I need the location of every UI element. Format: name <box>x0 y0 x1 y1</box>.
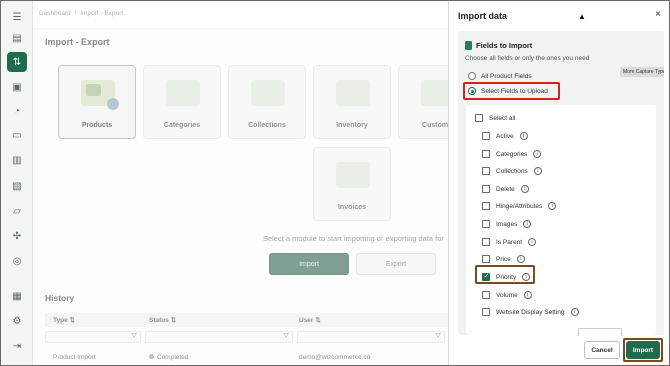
select-all-checkbox[interactable]: Select all <box>475 112 515 124</box>
section-title: Fields to Import <box>476 41 533 50</box>
radio-label: All Product Fields <box>481 72 532 80</box>
radio-button[interactable] <box>468 87 476 95</box>
import-export-icon[interactable]: ⇅ <box>7 52 27 72</box>
field-hinge-attributes[interactable]: Hinge/Attributes i <box>482 200 557 212</box>
info-icon[interactable]: i <box>523 220 532 228</box>
field-label: Priority <box>496 273 517 281</box>
checkbox[interactable] <box>482 238 490 246</box>
modal-backdrop[interactable] <box>33 1 448 365</box>
field-collections[interactable]: Collections i <box>482 165 542 177</box>
checkbox[interactable] <box>482 255 490 263</box>
field-label: Hinge/Attributes <box>496 202 543 210</box>
field-label: Active <box>496 132 514 140</box>
dashboard-icon[interactable]: ▤ <box>7 28 27 48</box>
integrations-icon[interactable]: ✣ <box>7 226 27 246</box>
info-icon[interactable]: i <box>533 167 542 175</box>
app-window: ☰ ▤ ⇅ ▣ ◔ ▭ ▥ ▧ ▱ ✣ ◎ ▦ ⚙ ⇥ Dashboard / … <box>0 0 670 366</box>
info-icon[interactable]: i <box>528 238 537 246</box>
info-icon[interactable]: i <box>516 255 525 263</box>
team-icon[interactable]: ◎ <box>7 251 27 271</box>
checkbox[interactable] <box>482 308 490 316</box>
field-categories[interactable]: Categories i <box>482 148 542 160</box>
radio-button[interactable] <box>468 72 476 80</box>
checkbox[interactable] <box>482 132 490 140</box>
info-icon[interactable]: i <box>533 150 542 158</box>
field-label: Website Display Setting <box>496 308 565 316</box>
field-label: Collections <box>496 167 528 175</box>
info-icon[interactable]: i <box>522 273 531 281</box>
section-subtitle: Choose all fields or only the ones you n… <box>465 55 590 62</box>
field-label: Delete <box>496 185 515 193</box>
section-header: Fields to Import <box>465 41 532 50</box>
info-icon[interactable]: i <box>570 308 579 316</box>
checkbox[interactable] <box>482 202 490 210</box>
field-images[interactable]: Images i <box>482 218 532 230</box>
checkbox[interactable] <box>482 272 490 281</box>
checkbox[interactable] <box>482 150 490 158</box>
checkbox[interactable] <box>482 220 490 228</box>
field-label: Images <box>496 220 518 228</box>
info-icon[interactable]: i <box>519 132 528 140</box>
field-label: Is Parent <box>496 238 523 246</box>
checkbox[interactable] <box>482 291 490 299</box>
info-icon[interactable]: i <box>548 202 557 210</box>
user-icon[interactable]: ◔ <box>7 101 27 121</box>
left-nav-rail: ☰ ▤ ⇅ ▣ ◔ ▭ ▥ ▧ ▱ ✣ ◎ ▦ ⚙ ⇥ <box>1 1 33 365</box>
field-label: Volume <box>496 291 518 299</box>
drawer-title: Import data <box>458 11 508 21</box>
more-capture-tooltip: More Capture Types. <box>620 67 664 77</box>
field-label: Price <box>496 255 511 263</box>
payments-icon[interactable]: ▭ <box>7 125 27 145</box>
checkbox[interactable] <box>475 114 483 122</box>
info-icon[interactable]: i <box>520 185 529 193</box>
documents-icon[interactable]: ▧ <box>7 176 27 196</box>
field-price[interactable]: Price i <box>482 253 525 265</box>
settings-icon[interactable]: ⚙ <box>7 311 27 331</box>
checkbox[interactable] <box>482 167 490 175</box>
field-website-display-setting[interactable]: Website Display Setting i <box>482 306 579 318</box>
radio-all-fields[interactable]: All Product Fields <box>468 70 532 82</box>
checkbox[interactable] <box>482 185 490 193</box>
import-button[interactable]: Import <box>626 341 660 359</box>
field-volume[interactable]: Volume i <box>482 289 532 301</box>
field-is-parent[interactable]: Is Parent i <box>482 236 537 248</box>
close-icon[interactable]: × <box>655 9 661 20</box>
menu-icon[interactable]: ☰ <box>7 7 27 27</box>
store-icon[interactable]: ▦ <box>7 286 27 306</box>
orders-icon[interactable]: ▣ <box>7 77 27 97</box>
field-label: Categories <box>496 150 528 158</box>
field-active[interactable]: Active i <box>482 130 528 142</box>
reports-icon[interactable]: ▥ <box>7 150 27 170</box>
field-priority[interactable]: Priority i <box>482 271 531 283</box>
radio-label: Select Fields to Upload <box>481 87 548 95</box>
cancel-button[interactable]: Cancel <box>584 341 620 359</box>
scroll-indicator <box>578 328 622 336</box>
document-icon <box>465 41 472 50</box>
logout-icon[interactable]: ⇥ <box>7 336 27 356</box>
radio-select-fields[interactable]: Select Fields to Upload <box>468 85 548 97</box>
mouse-cursor-icon: ▲ <box>578 12 586 21</box>
folder-icon[interactable]: ▱ <box>7 201 27 221</box>
info-icon[interactable]: i <box>523 291 532 299</box>
checkbox-label: Select all <box>489 114 516 122</box>
field-delete[interactable]: Delete i <box>482 183 529 195</box>
